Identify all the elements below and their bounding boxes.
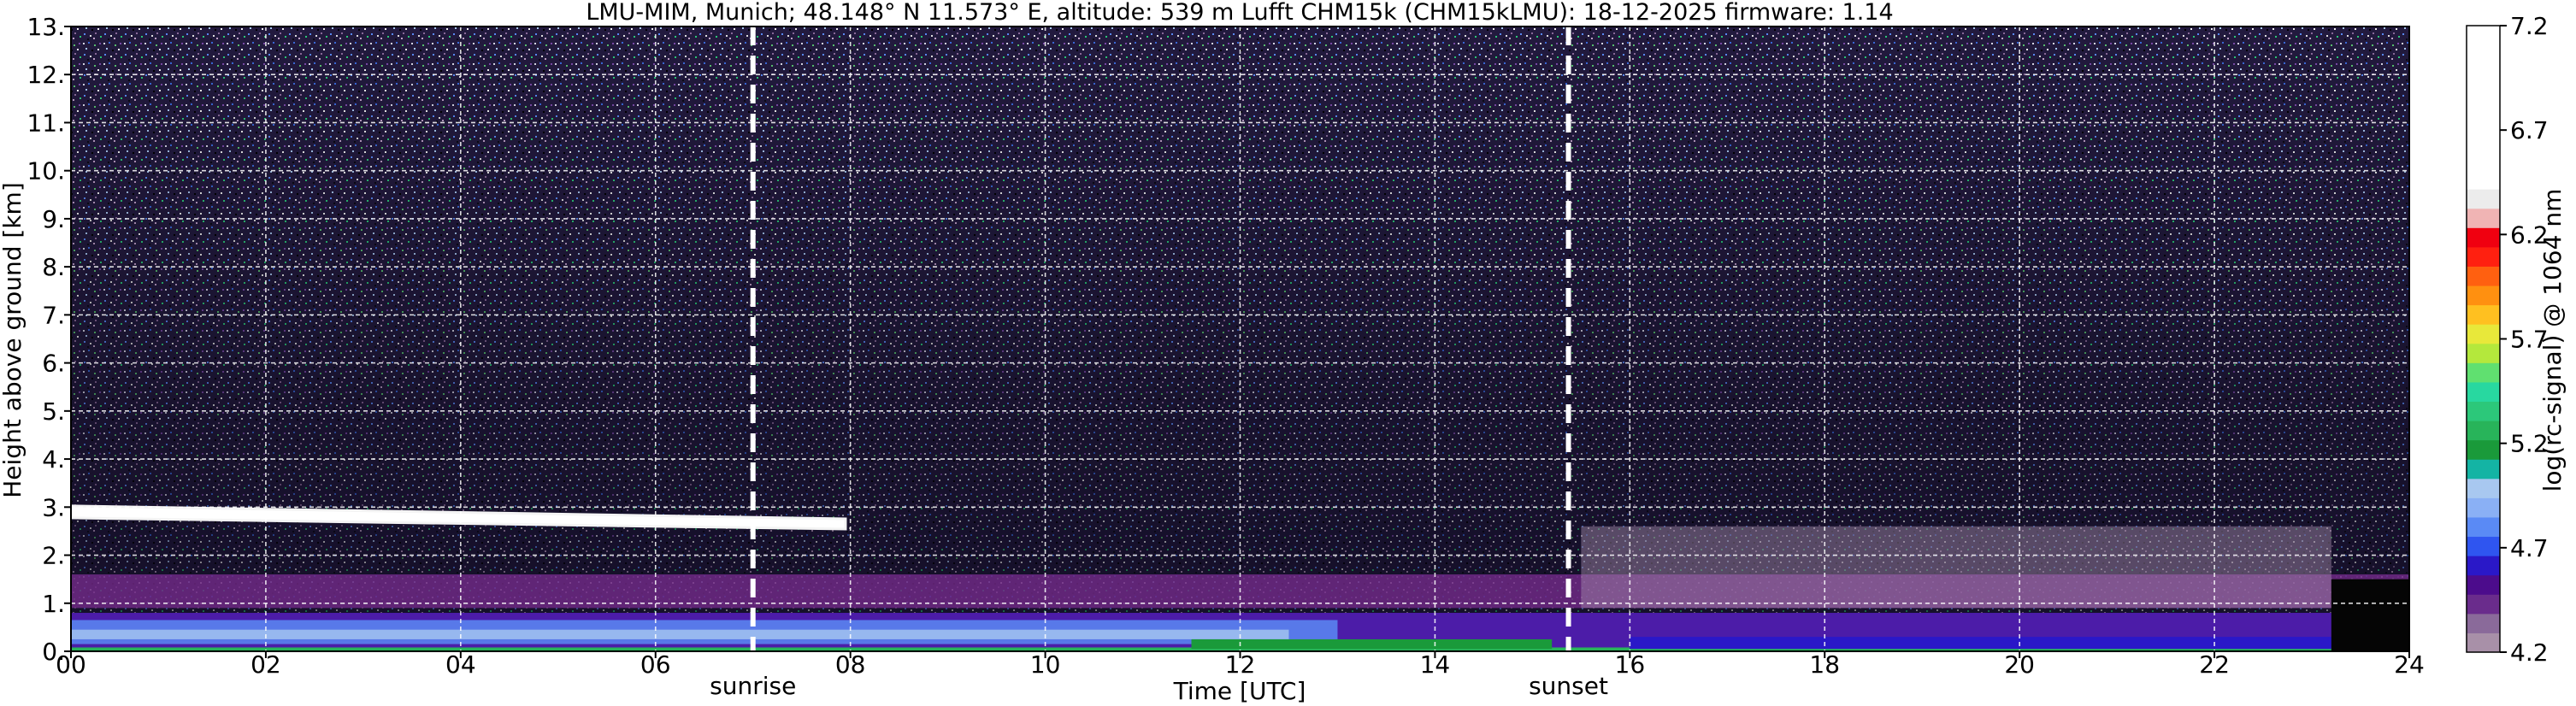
colorbar-segment (2467, 169, 2500, 190)
y-tick-label: 6. (42, 350, 65, 378)
colorbar-tick-label: 4.2 (2510, 638, 2549, 667)
colorbar-segment (2467, 285, 2500, 306)
x-tick-label: 12 (1225, 650, 1256, 679)
colorbar-segment (2467, 459, 2500, 479)
colorbar-label: log(rc-signal) @ 1064 nm (2538, 189, 2567, 492)
colorbar-tick-label: 4.7 (2510, 534, 2549, 562)
x-tick-label: 18 (1809, 650, 1840, 679)
y-tick-label: 2. (42, 542, 65, 570)
lidar-chart: sunrise sunset 00 02 04 06 08 10 12 14 16 18 20 22 24… (0, 0, 2567, 705)
colorbar-segment (2467, 594, 2500, 615)
y-tick-label: 1. (42, 590, 65, 618)
colorbar-segment (2467, 632, 2500, 653)
surface-layer-evening (1630, 637, 2331, 650)
colorbar-segment (2467, 381, 2500, 403)
colorbar-tick-label: 6.7 (2510, 116, 2549, 144)
colorbar-segment (2467, 246, 2500, 267)
x-tick-label: 10 (1030, 650, 1061, 679)
sunset-label: sunset (1529, 672, 1608, 700)
x-tick-label: 22 (2199, 650, 2230, 679)
colorbar-segment (2467, 227, 2500, 248)
sunrise-label: sunrise (710, 672, 796, 700)
x-axis-label: Time [UTC] (1173, 677, 1306, 705)
x-tick-label: 14 (1420, 650, 1451, 679)
y-tick-label: 0. (42, 638, 65, 666)
y-tick-label: 5. (42, 397, 65, 426)
colorbar-segment (2467, 208, 2500, 228)
y-tick-label: 4. (42, 445, 65, 474)
x-tick-label: 06 (640, 650, 671, 679)
colorbar-segment (2467, 362, 2500, 383)
colorbar-segment (2467, 401, 2500, 421)
colorbar: 4.24.75.25.76.26.77.2 (2466, 12, 2549, 667)
y-tick-label: 8. (42, 253, 65, 281)
x-tick-label: 24 (2394, 650, 2425, 679)
x-tick-label: 04 (445, 650, 476, 679)
y-tick-label: 9. (42, 205, 65, 233)
colorbar-segment (2467, 497, 2500, 518)
colorbar-segment (2467, 439, 2500, 460)
colorbar-segment (2467, 516, 2500, 538)
y-tick-label: 3. (42, 493, 65, 521)
x-tick-label: 20 (2004, 650, 2035, 679)
surface-layer-midday (1191, 638, 1553, 650)
y-tick-label: 13. (27, 13, 65, 41)
evening-layer (1581, 526, 2331, 609)
y-tick-label: 7. (42, 301, 65, 329)
y-tick-label: 10. (27, 157, 65, 185)
colorbar-segment (2467, 324, 2500, 344)
x-tick-label: 02 (251, 650, 281, 679)
x-tick-label: 08 (835, 650, 866, 679)
y-tick-label: 12. (27, 61, 65, 89)
colorbar-segment (2467, 613, 2500, 633)
x-tick-label: 16 (1615, 650, 1646, 679)
boundary-layer-bright (71, 629, 1289, 639)
colorbar-segment (2467, 421, 2500, 441)
dark-patch (2331, 579, 2409, 651)
colorbar-segment (2467, 536, 2500, 556)
chart-title: LMU-MIM, Munich; 48.148° N 11.573° E, al… (586, 0, 1893, 26)
colorbar-segment (2467, 343, 2500, 363)
colorbar-segment (2467, 478, 2500, 498)
colorbar-segment (2467, 556, 2500, 576)
colorbar-segment (2467, 189, 2500, 209)
colorbar-segment (2467, 266, 2500, 286)
y-axis-label: Height above ground [km] (0, 182, 27, 498)
colorbar-segment (2467, 304, 2500, 325)
colorbar-tick-label: 7.2 (2510, 12, 2549, 40)
y-tick-label: 11. (27, 109, 65, 137)
colorbar-segment (2467, 574, 2500, 595)
